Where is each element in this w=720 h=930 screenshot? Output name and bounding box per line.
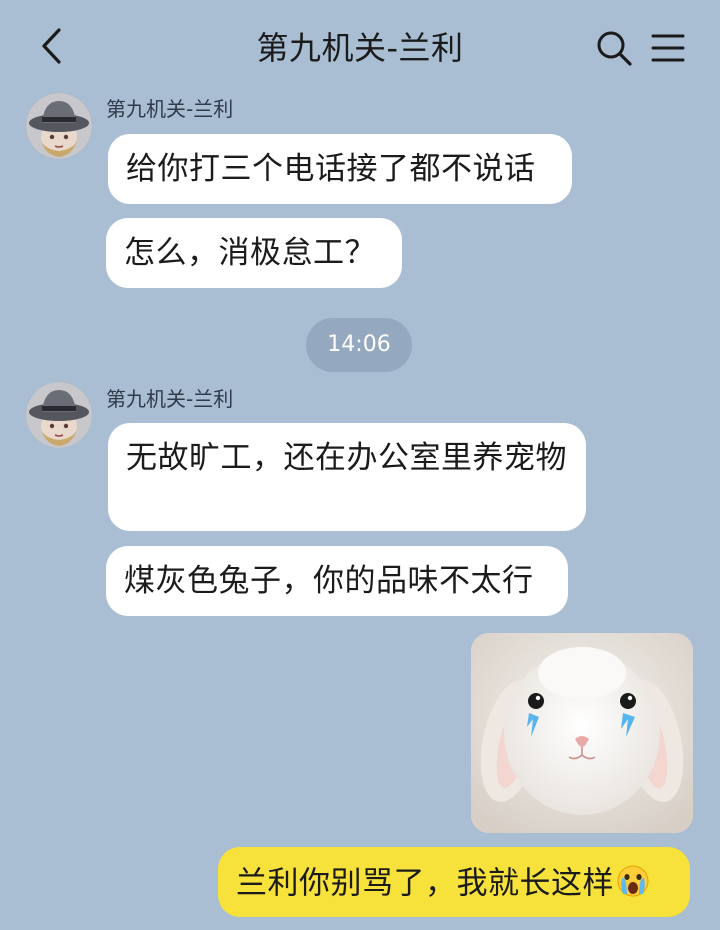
- avatar-portrait: [26, 93, 92, 159]
- crying-bunny-image: [471, 633, 693, 833]
- search-button[interactable]: [592, 26, 636, 70]
- avatar[interactable]: [26, 382, 92, 448]
- message-bubble[interactable]: 无故旷工，还在办公室里养宠物: [108, 423, 586, 531]
- sender-name: 第九机关-兰利: [106, 387, 234, 411]
- my-message-text: 兰利你别骂了，我就长这样: [236, 865, 614, 902]
- avatar[interactable]: [26, 93, 92, 159]
- chat-title: 第九机关-兰利: [256, 29, 464, 67]
- my-message-bubble[interactable]: 兰利你别骂了，我就长这样: [218, 847, 690, 917]
- timestamp-badge: 14:06: [306, 318, 412, 372]
- hamburger-menu-icon: [651, 34, 685, 62]
- avatar-portrait: [26, 382, 92, 448]
- sent-image-crying-bunny[interactable]: [471, 633, 693, 833]
- back-button[interactable]: [34, 24, 68, 68]
- chevron-left-icon: [42, 28, 61, 64]
- top-bar: 第九机关-兰利: [0, 0, 720, 92]
- message-bubble[interactable]: 怎么，消极怠工？: [106, 218, 402, 288]
- message-bubble[interactable]: 给你打三个电话接了都不说话: [108, 134, 572, 204]
- menu-button[interactable]: [646, 26, 690, 70]
- crying-face-emoji-icon: [616, 864, 650, 906]
- message-bubble[interactable]: 煤灰色兔子，你的品味不太行: [106, 546, 568, 616]
- search-icon: [597, 31, 632, 66]
- sender-name: 第九机关-兰利: [106, 97, 234, 121]
